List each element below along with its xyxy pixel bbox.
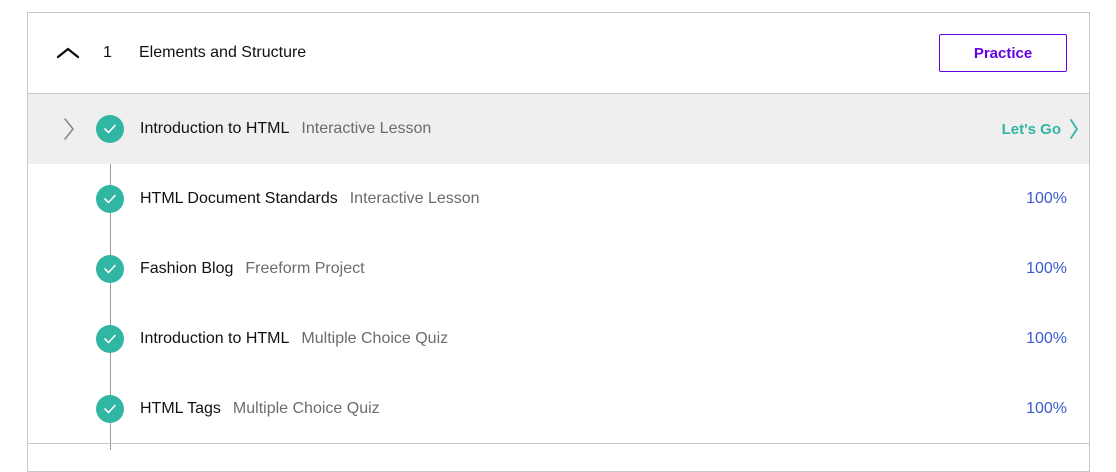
completed-check-icon xyxy=(96,395,124,423)
chevron-right-icon xyxy=(1070,119,1078,139)
lesson-name: Introduction to HTML xyxy=(140,120,290,137)
lets-go-link[interactable]: Let's Go xyxy=(1002,118,1079,140)
lesson-name: Fashion Blog xyxy=(140,260,234,277)
lesson-type: Multiple Choice Quiz xyxy=(301,330,449,347)
checkmark-icon xyxy=(104,264,116,274)
lesson-progress: 100% xyxy=(1026,400,1067,417)
lesson-type: Interactive Lesson xyxy=(301,120,432,137)
lesson-name: Introduction to HTML xyxy=(140,330,290,347)
checkmark-icon xyxy=(104,404,116,414)
chevron-up-icon xyxy=(56,47,80,59)
lesson-row[interactable]: HTML Document Standards Interactive Lesso… xyxy=(28,164,1089,234)
lesson-label: Introduction to HTML Multiple Choice Quiz xyxy=(140,330,448,348)
lesson-type: Interactive Lesson xyxy=(349,190,480,207)
lesson-type: Freeform Project xyxy=(245,260,365,277)
lesson-label: HTML Tags Multiple Choice Quiz xyxy=(140,400,380,418)
lesson-row[interactable]: Fashion Blog Freeform Project 100% xyxy=(28,234,1089,304)
checkmark-icon xyxy=(104,124,116,134)
lesson-label: Fashion Blog Freeform Project xyxy=(140,260,365,278)
module-title: Elements and Structure xyxy=(139,44,307,61)
chevron-right-icon[interactable] xyxy=(62,117,76,141)
lesson-type: Multiple Choice Quiz xyxy=(232,400,380,417)
lets-go-label: Let's Go xyxy=(1001,120,1061,138)
checkmark-icon xyxy=(104,194,116,204)
completed-check-icon xyxy=(96,325,124,353)
lesson-progress: 100% xyxy=(1026,330,1067,347)
lesson-label: HTML Document Standards Interactive Lesso… xyxy=(140,190,480,208)
lesson-name: HTML Tags xyxy=(140,400,221,417)
lesson-row[interactable]: HTML Tags Multiple Choice Quiz 100% xyxy=(28,374,1089,444)
completed-check-icon xyxy=(96,255,124,283)
completed-check-icon xyxy=(96,115,124,143)
section-divider xyxy=(28,443,1089,444)
lesson-progress: 100% xyxy=(1026,260,1067,277)
completed-check-icon xyxy=(96,185,124,213)
checkmark-icon xyxy=(104,334,116,344)
lesson-name: HTML Document Standards xyxy=(140,190,338,207)
module-number: 1 xyxy=(103,44,112,61)
collapse-module-button[interactable] xyxy=(54,41,82,65)
lesson-label: Introduction to HTML Interactive Lesson xyxy=(140,120,431,138)
lesson-row[interactable]: Introduction to HTML Multiple Choice Quiz… xyxy=(28,304,1089,374)
lesson-row[interactable]: Introduction to HTML Interactive Lesson L… xyxy=(28,94,1089,164)
lesson-progress: 100% xyxy=(1026,190,1067,207)
module-header: 1 Elements and Structure Practice xyxy=(28,13,1089,94)
practice-button[interactable]: Practice xyxy=(939,34,1067,72)
course-module-panel: 1 Elements and Structure Practice Introd… xyxy=(27,12,1090,472)
